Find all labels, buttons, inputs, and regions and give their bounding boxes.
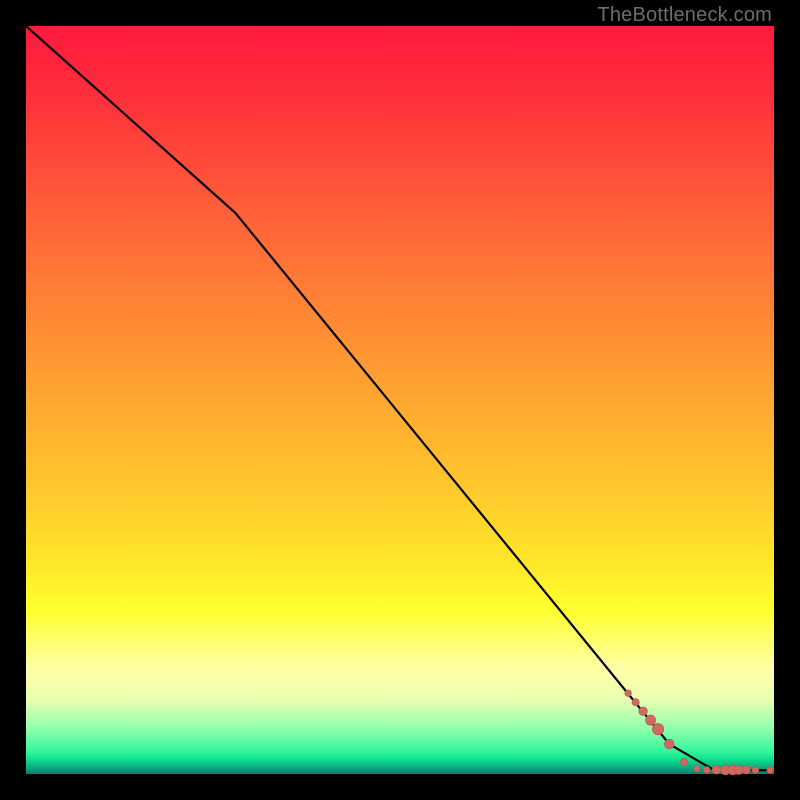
chart-marker xyxy=(625,690,631,696)
chart-marker xyxy=(752,766,759,773)
watermark-label: TheBottleneck.com xyxy=(597,4,772,27)
chart-marker xyxy=(712,766,720,774)
chart-marker xyxy=(742,766,750,774)
chart-frame: TheBottleneck.com xyxy=(0,0,800,800)
chart-marker xyxy=(639,707,647,715)
chart-marker xyxy=(646,715,656,725)
chart-overlay xyxy=(26,26,774,774)
chart-marker xyxy=(632,699,639,706)
chart-marker xyxy=(694,766,700,772)
chart-marker xyxy=(652,724,663,735)
chart-marker xyxy=(664,739,674,749)
chart-curve xyxy=(26,26,774,770)
chart-marker xyxy=(681,758,688,765)
chart-marker xyxy=(703,766,710,773)
chart-marker xyxy=(767,766,774,773)
